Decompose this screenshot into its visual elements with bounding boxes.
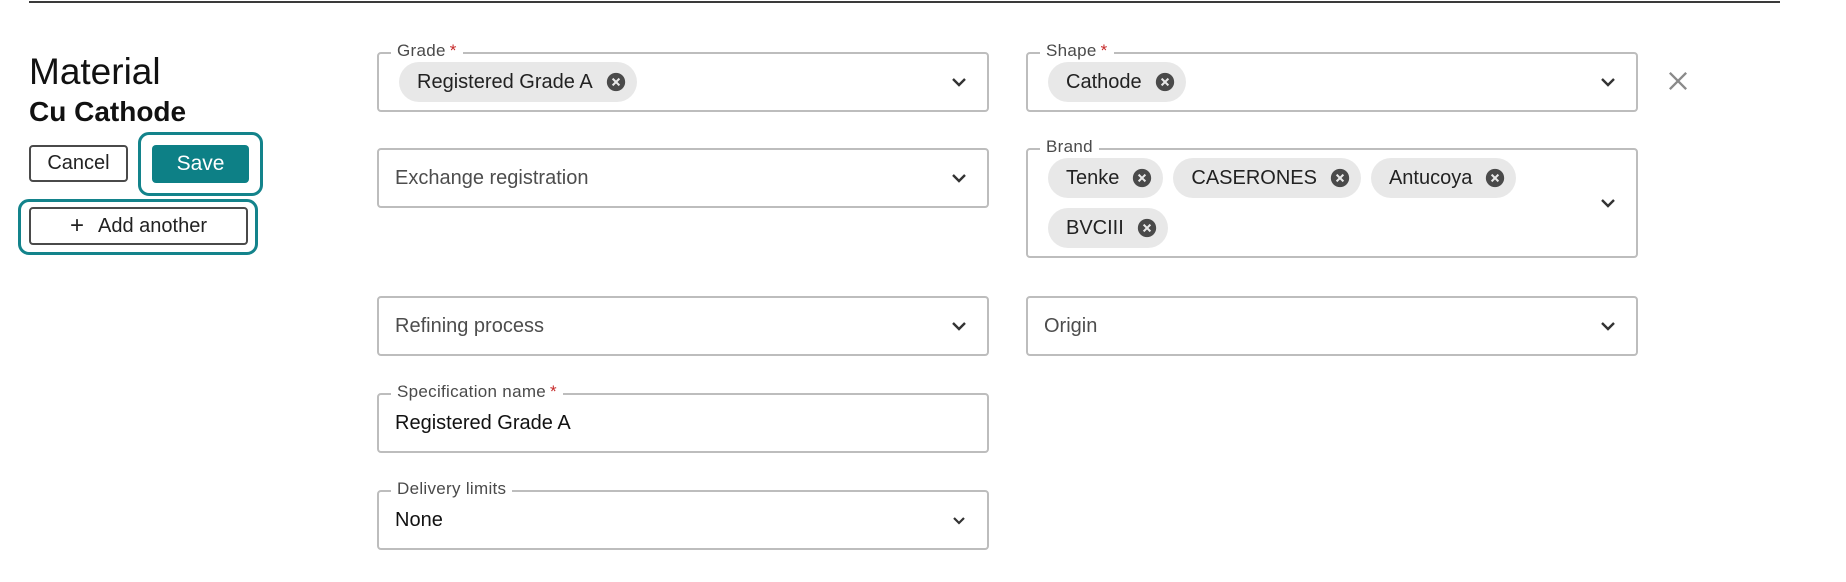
save-button[interactable]: Save — [152, 145, 249, 183]
brand-chip: CASERONES — [1173, 158, 1361, 198]
cancel-button[interactable]: Cancel — [29, 145, 128, 182]
required-mark: * — [1100, 41, 1108, 60]
required-mark: * — [449, 41, 457, 60]
grade-label: Grade * — [391, 41, 463, 61]
top-divider — [29, 1, 1780, 3]
chevron-down-icon[interactable] — [1596, 191, 1620, 215]
brand-chip: Tenke — [1048, 158, 1164, 198]
refining-process-placeholder: Refining process — [395, 314, 544, 337]
grade-chips: Registered Grade A — [399, 62, 927, 102]
brand-chip: Antucoya — [1370, 158, 1517, 198]
remove-chip-icon[interactable] — [1136, 217, 1158, 239]
brand-chips: Tenke CASERONES Antucoya BVCIII — [1048, 158, 1576, 248]
chip-label: Antucoya — [1388, 166, 1473, 189]
material-name: Cu Cathode — [29, 96, 187, 127]
specification-name-field[interactable]: Specification name * Registered Grade A — [377, 382, 989, 453]
section-title: Material — [29, 51, 161, 92]
chip-label: Tenke — [1066, 166, 1120, 189]
remove-chip-icon[interactable] — [1484, 167, 1506, 189]
brand-label: Brand — [1040, 137, 1099, 157]
exchange-registration-placeholder: Exchange registration — [395, 166, 589, 189]
grade-chip: Registered Grade A — [399, 62, 637, 102]
brand-select[interactable]: Brand Tenke CASERONES Antucoya BVCIII — [1026, 137, 1638, 258]
brand-chip: BVCIII — [1048, 208, 1168, 248]
chevron-down-icon[interactable] — [947, 166, 971, 190]
remove-chip-icon[interactable] — [1329, 167, 1351, 189]
shape-chip: Cathode — [1048, 62, 1186, 102]
add-another-label: Add another — [98, 214, 207, 237]
refining-process-select[interactable]: Refining process — [377, 296, 989, 356]
close-icon[interactable] — [1664, 67, 1692, 95]
chevron-down-icon[interactable] — [1596, 314, 1620, 338]
chevron-down-icon[interactable] — [1596, 70, 1620, 94]
shape-select[interactable]: Shape * Cathode — [1026, 41, 1638, 112]
remove-chip-icon[interactable] — [1131, 167, 1153, 189]
chip-label: Cathode — [1066, 70, 1142, 93]
remove-chip-icon[interactable] — [1154, 71, 1176, 93]
plus-icon: + — [70, 212, 85, 239]
exchange-registration-select[interactable]: Exchange registration — [377, 148, 989, 208]
remove-chip-icon[interactable] — [605, 71, 627, 93]
chip-label: Registered Grade A — [417, 70, 593, 93]
origin-select[interactable]: Origin — [1026, 296, 1638, 356]
origin-placeholder: Origin — [1044, 314, 1098, 337]
chip-label: BVCIII — [1066, 216, 1124, 239]
shape-chips: Cathode — [1048, 62, 1576, 102]
specification-name-value: Registered Grade A — [395, 411, 571, 434]
add-another-button[interactable]: + Add another — [29, 207, 248, 245]
chip-label: CASERONES — [1191, 166, 1317, 189]
shape-label: Shape * — [1040, 41, 1114, 61]
grade-select[interactable]: Grade * Registered Grade A — [377, 41, 989, 112]
delivery-limits-select[interactable]: Delivery limits None — [377, 479, 989, 550]
delivery-limits-value: None — [395, 508, 443, 531]
chevron-down-icon[interactable] — [947, 314, 971, 338]
chevron-down-icon[interactable] — [947, 70, 971, 94]
chevron-down-icon[interactable] — [947, 508, 971, 532]
